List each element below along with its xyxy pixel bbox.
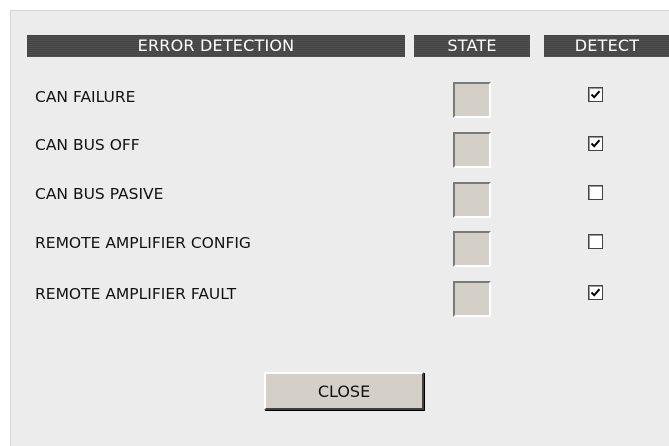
detect-checkbox-can-bus-pasive[interactable]: [588, 185, 603, 200]
close-button[interactable]: CLOSE: [264, 372, 424, 410]
detect-checkbox-remote-amplifier-config[interactable]: [588, 234, 603, 249]
state-indicator-can-bus-off: [453, 132, 491, 168]
row-label-remote-amplifier-config: REMOTE AMPLIFIER CONFIG: [35, 234, 251, 252]
checkmark-icon: [590, 90, 601, 99]
row-label-can-bus-off: CAN BUS OFF: [35, 136, 140, 154]
header-error-detection: ERROR DETECTION: [27, 35, 405, 57]
state-indicator-can-bus-pasive: [453, 182, 491, 218]
row-label-can-bus-pasive: CAN BUS PASIVE: [35, 185, 164, 203]
state-indicator-remote-amplifier-config: [453, 231, 491, 267]
checkmark-icon: [590, 139, 601, 148]
header-state: STATE: [414, 35, 530, 57]
checkmark-icon: [590, 288, 601, 297]
row-label-remote-amplifier-fault: REMOTE AMPLIFIER FAULT: [35, 285, 237, 303]
state-indicator-remote-amplifier-fault: [453, 281, 491, 317]
header-detect: DETECT: [544, 35, 669, 57]
detect-checkbox-remote-amplifier-fault[interactable]: [588, 285, 603, 300]
row-label-can-failure: CAN FAILURE: [35, 88, 136, 106]
detect-checkbox-can-bus-off[interactable]: [588, 136, 603, 151]
state-indicator-can-failure: [453, 82, 491, 118]
error-detection-panel: ERROR DETECTION STATE DETECT CAN FAILURE…: [10, 10, 669, 446]
detect-checkbox-can-failure[interactable]: [588, 87, 603, 102]
